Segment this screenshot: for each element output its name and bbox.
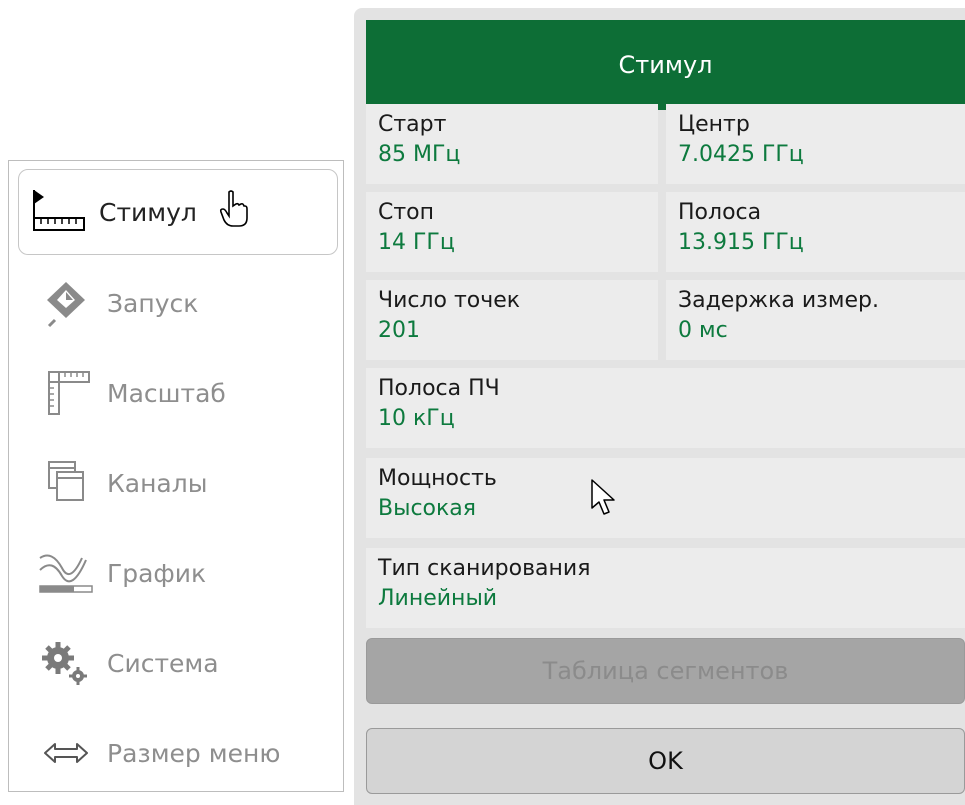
delay-value: 0 мс (678, 318, 728, 343)
span-label: Полоса (678, 200, 762, 225)
center-value: 7.0425 ГГц (678, 142, 804, 167)
side-menu: Стимул Запуск Масштаб Каналы График Сист… (8, 160, 344, 792)
span-field[interactable]: Полоса 13.915 ГГц (666, 192, 965, 272)
start-field[interactable]: Старт 85 МГц (366, 104, 658, 184)
power-field[interactable]: Мощность Высокая (366, 458, 965, 538)
sweep-type-field[interactable]: Тип сканирования Линейный (366, 548, 965, 628)
stimulus-panel: Стимул Старт 85 МГц Центр 7.0425 ГГц Сто… (354, 8, 965, 805)
power-label: Мощность (378, 466, 497, 491)
delay-label: Задержка измер. (678, 288, 879, 313)
menu-item-system[interactable]: Система (9, 619, 343, 707)
stop-field[interactable]: Стоп 14 ГГц (366, 192, 658, 272)
ruler-icon (23, 182, 93, 242)
arrow-cursor-icon (590, 478, 616, 522)
menu-label-menu-size: Размер меню (107, 738, 281, 768)
ok-button[interactable]: OK (366, 728, 965, 794)
points-value: 201 (378, 318, 420, 343)
menu-item-channels[interactable]: Каналы (9, 439, 343, 527)
trigger-icon (31, 273, 101, 333)
menu-item-stimulus[interactable]: Стимул (18, 169, 338, 255)
start-label: Старт (378, 112, 447, 137)
sweep-type-value: Линейный (378, 586, 498, 611)
points-label: Число точек (378, 288, 521, 313)
trace-icon (31, 543, 101, 603)
if-bandwidth-value: 10 кГц (378, 406, 455, 431)
sweep-type-label: Тип сканирования (378, 556, 591, 581)
panel-title: Стимул (366, 20, 965, 110)
gears-icon (31, 633, 101, 693)
scale-icon (31, 363, 101, 423)
menu-label-system: Система (107, 648, 219, 678)
menu-item-trigger[interactable]: Запуск (9, 259, 343, 347)
points-field[interactable]: Число точек 201 (366, 280, 658, 360)
stop-label: Стоп (378, 200, 435, 225)
channels-icon (31, 453, 101, 513)
menu-label-scale: Масштаб (107, 378, 226, 408)
hand-pointer-icon (219, 190, 249, 234)
delay-field[interactable]: Задержка измер. 0 мс (666, 280, 965, 360)
stop-value: 14 ГГц (378, 230, 455, 255)
resize-arrows-icon (31, 723, 101, 783)
span-value: 13.915 ГГц (678, 230, 804, 255)
menu-item-trace[interactable]: График (9, 529, 343, 617)
if-bandwidth-field[interactable]: Полоса ПЧ 10 кГц (366, 368, 965, 448)
start-value: 85 МГц (378, 142, 461, 167)
center-label: Центр (678, 112, 750, 137)
menu-item-menu-size[interactable]: Размер меню (9, 709, 343, 797)
center-field[interactable]: Центр 7.0425 ГГц (666, 104, 965, 184)
menu-item-scale[interactable]: Масштаб (9, 349, 343, 437)
power-value: Высокая (378, 496, 477, 521)
menu-label-trigger: Запуск (107, 288, 199, 318)
menu-label-trace: График (107, 558, 207, 588)
menu-label-stimulus: Стимул (99, 197, 197, 227)
menu-label-channels: Каналы (107, 468, 208, 498)
if-bandwidth-label: Полоса ПЧ (378, 376, 500, 401)
segment-table-button[interactable]: Таблица сегментов (366, 638, 965, 704)
